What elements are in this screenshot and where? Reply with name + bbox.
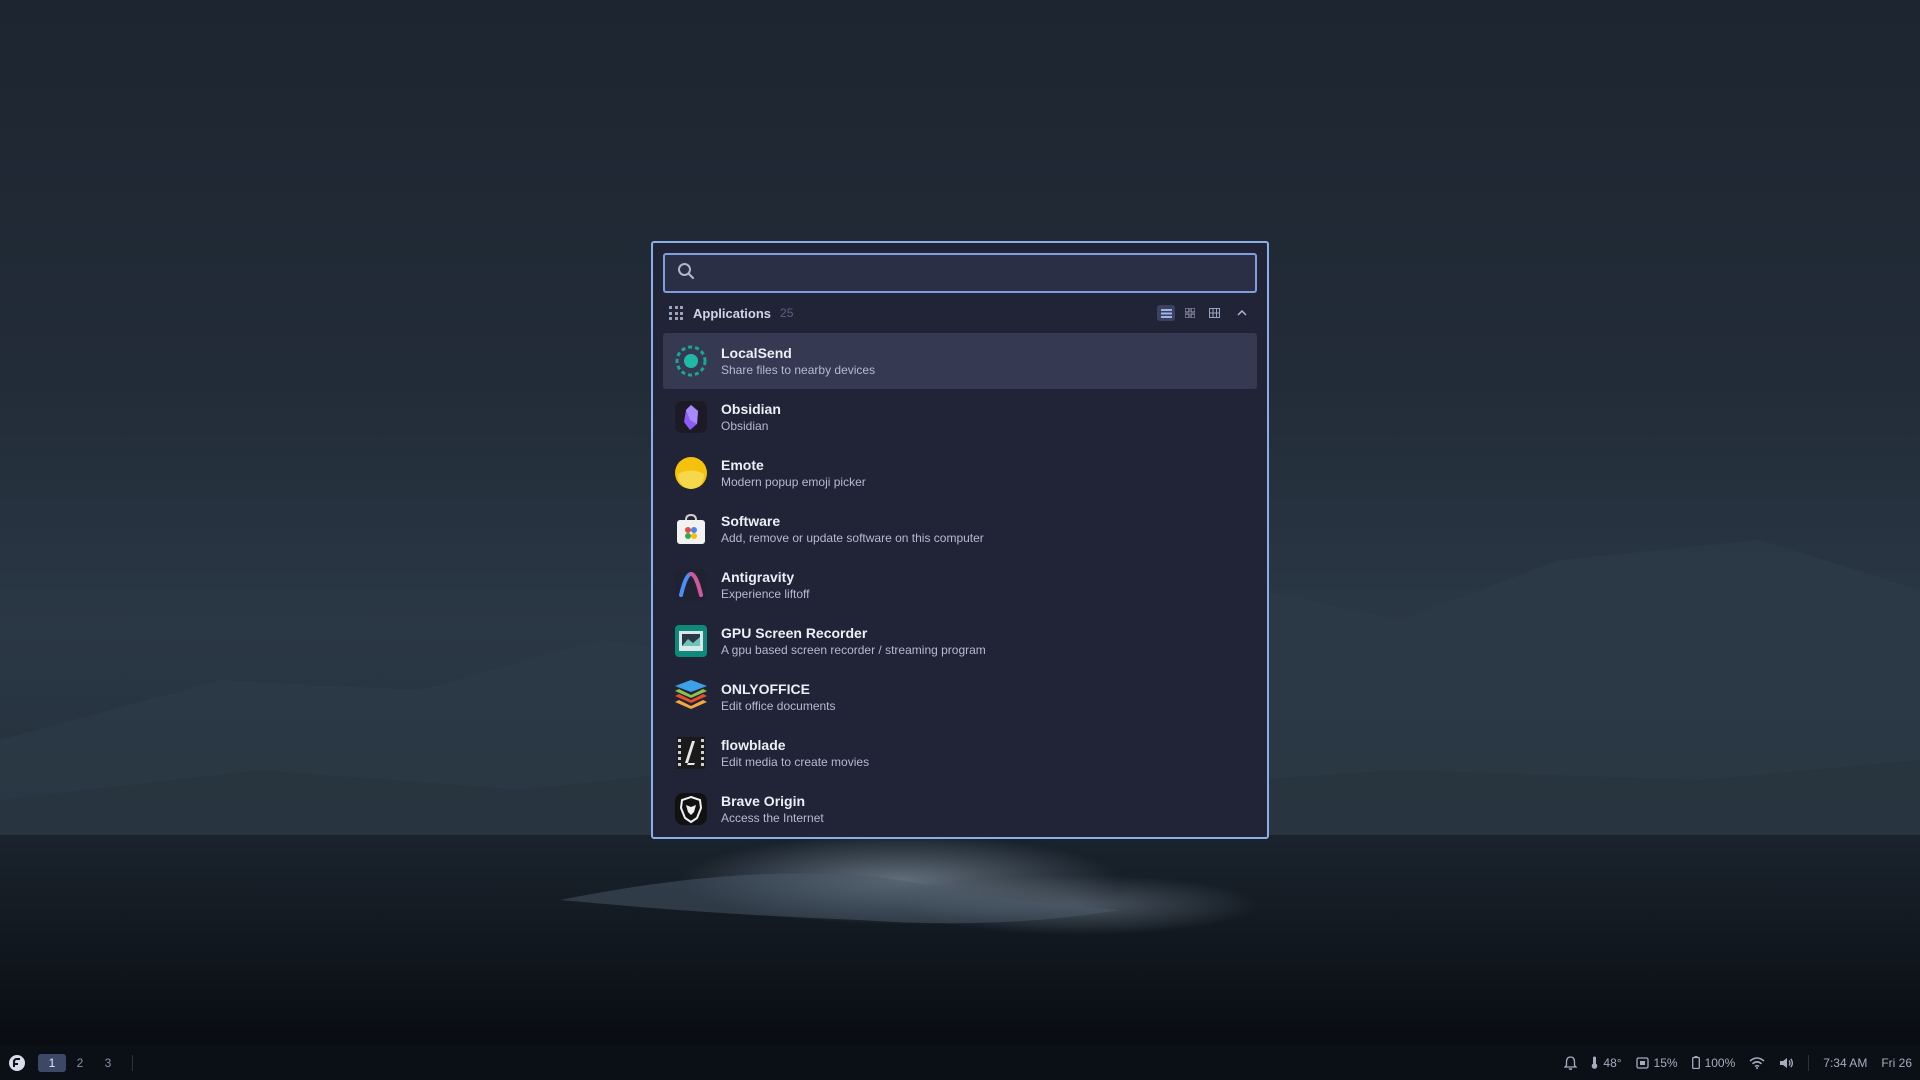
search-box[interactable] [663, 253, 1257, 293]
clock[interactable]: 7:34 AM [1823, 1056, 1867, 1070]
compact-grid-icon [1208, 308, 1220, 318]
cpu-value: 15% [1653, 1055, 1678, 1070]
date[interactable]: Fri 26 [1881, 1056, 1912, 1070]
app-item-antigravity[interactable]: Antigravity Experience liftoff [663, 557, 1257, 613]
app-name: Software [721, 513, 781, 529]
app-name: Antigravity [721, 569, 795, 585]
list-view-button[interactable] [1157, 305, 1175, 321]
compact-grid-view-button[interactable] [1205, 305, 1223, 321]
app-description: Modern popup emoji picker [721, 475, 866, 489]
app-item-emote[interactable]: Emote Modern popup emoji picker [663, 445, 1257, 501]
section-count: 25 [780, 306, 794, 320]
workspace-3[interactable]: 3 [94, 1054, 122, 1072]
brave-origin-icon [673, 791, 709, 827]
software-icon [673, 511, 709, 547]
app-description: A gpu based screen recorder / streaming … [721, 643, 986, 657]
section-title: Applications [693, 305, 772, 321]
app-description: Experience liftoff [721, 587, 810, 601]
temperature-value: 48° [1603, 1055, 1622, 1070]
apps-grid-icon [669, 306, 683, 320]
cpu-indicator[interactable]: 15% [1635, 1055, 1678, 1070]
volume-indicator[interactable] [1779, 1057, 1794, 1069]
view-switcher [1157, 305, 1251, 321]
tray-divider [1808, 1054, 1810, 1071]
app-item-localsend[interactable]: LocalSend Share files to nearby devices [663, 333, 1257, 389]
app-name: LocalSend [721, 345, 792, 361]
emote-icon [673, 455, 709, 491]
wifi-icon [1749, 1056, 1765, 1069]
workspace-1[interactable]: 1 [38, 1053, 66, 1072]
search-input[interactable] [695, 255, 1255, 291]
app-item-flowblade[interactable]: flowblade Edit media to create movies [663, 725, 1257, 781]
app-item-brave-origin[interactable]: Brave Origin Access the Internet [663, 781, 1257, 837]
flowblade-icon [673, 735, 709, 771]
system-tray: 48° 15% 100% 7:34 AM Fri 26 [1550, 1054, 1920, 1071]
app-name: flowblade [721, 737, 786, 753]
volume-icon [1780, 1057, 1794, 1068]
section-header: Applications 25 [663, 293, 1257, 333]
app-name: ONLYOFFICE [721, 681, 810, 697]
app-description: Edit media to create movies [721, 755, 870, 769]
app-name: Brave Origin [721, 793, 806, 809]
workspace-2[interactable]: 2 [66, 1054, 94, 1072]
app-name: Obsidian [721, 401, 781, 417]
battery-icon [1691, 1056, 1700, 1069]
app-list: LocalSend Share files to nearby devices … [663, 333, 1257, 837]
grid-view-button[interactable] [1181, 305, 1199, 321]
app-item-software[interactable]: Software Add, remove or update software … [663, 501, 1257, 557]
antigravity-icon [673, 567, 709, 603]
localsend-icon [673, 343, 709, 379]
battery-value: 100% [1704, 1055, 1736, 1070]
taskbar-separator [132, 1054, 133, 1071]
app-description: Obsidian [721, 419, 769, 433]
grid-view-icon [1185, 308, 1195, 318]
onlyoffice-icon [673, 679, 709, 715]
bell-icon [1564, 1055, 1578, 1070]
app-description: Add, remove or update software on this c… [721, 531, 984, 545]
list-view-icon [1160, 308, 1172, 318]
app-item-gpu-screen-recorder[interactable]: GPU Screen Recorder A gpu based screen r… [663, 613, 1257, 669]
notifications-button[interactable] [1564, 1055, 1578, 1070]
app-item-onlyoffice[interactable]: ONLYOFFICE Edit office documents [663, 669, 1257, 725]
app-item-obsidian[interactable]: Obsidian Obsidian [663, 389, 1257, 445]
app-launcher: Applications 25 LocalSend Share files to… [651, 241, 1269, 839]
battery-indicator[interactable]: 100% [1691, 1055, 1736, 1070]
collapse-button[interactable] [1233, 305, 1251, 321]
distro-logo-icon[interactable] [8, 1054, 26, 1072]
app-name: GPU Screen Recorder [721, 625, 868, 641]
cpu-icon [1635, 1056, 1649, 1069]
chevron-up-icon [1237, 310, 1247, 316]
app-name: Emote [721, 457, 764, 473]
taskbar: 1 2 3 48° 15% 100% 7:34 AM Fri 26 [0, 1045, 1920, 1080]
temperature-indicator[interactable]: 48° [1591, 1055, 1622, 1070]
wifi-indicator[interactable] [1749, 1056, 1765, 1069]
obsidian-icon [673, 399, 709, 435]
thermometer-icon [1592, 1056, 1598, 1069]
app-description: Share files to nearby devices [721, 363, 876, 377]
app-description: Access the Internet [721, 811, 824, 825]
search-icon [677, 262, 695, 285]
gpu-screen-recorder-icon [673, 623, 709, 659]
app-description: Edit office documents [721, 699, 836, 713]
